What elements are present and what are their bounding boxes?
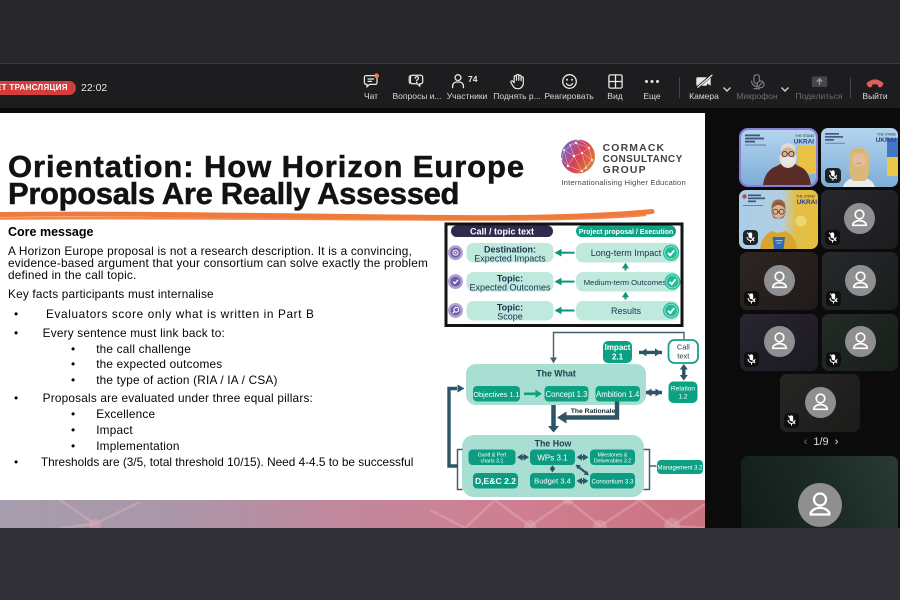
svg-text:GROUP: GROUP <box>603 165 647 176</box>
svg-text:CORMACK: CORMACK <box>603 143 666 154</box>
svg-text:Consortium 3.3: Consortium 3.3 <box>592 478 635 485</box>
svg-text:Budget 3.4: Budget 3.4 <box>534 477 571 486</box>
svg-text:Milestones &: Milestones & <box>598 452 628 458</box>
svg-text:Call: Call <box>677 343 690 352</box>
svg-text:Expected Impacts: Expected Impacts <box>474 253 546 263</box>
svg-text:The How: The How <box>535 439 572 449</box>
svg-text:WPs 3.1: WPs 3.1 <box>537 453 568 462</box>
svg-text:The Rationale: The Rationale <box>571 408 616 415</box>
svg-text:Concept 1.3: Concept 1.3 <box>545 390 587 399</box>
svg-text:1.2: 1.2 <box>678 394 687 401</box>
svg-text:2.1: 2.1 <box>612 353 624 362</box>
svg-text:Objectives 1.1: Objectives 1.1 <box>473 390 519 399</box>
svg-text:Results: Results <box>611 306 642 316</box>
svg-text:CONSULTANCY: CONSULTANCY <box>603 154 683 165</box>
svg-text:UKRAI: UKRAI <box>876 137 896 144</box>
svg-text:Management 3.2: Management 3.2 <box>657 465 703 471</box>
svg-text:Relation: Relation <box>671 386 696 393</box>
svg-text:Scope: Scope <box>497 311 523 321</box>
svg-text:Gantt & Pert: Gantt & Pert <box>478 452 507 458</box>
svg-text:Internationalising Higher Educ: Internationalising Higher Education <box>561 178 685 187</box>
svg-text:D,E&C 2.2: D,E&C 2.2 <box>475 476 516 486</box>
svg-text:THE STAND: THE STAND <box>796 195 816 199</box>
svg-text:text: text <box>677 352 690 361</box>
svg-text:Deliverables 3.2: Deliverables 3.2 <box>594 459 631 465</box>
svg-text:Ambition 1.4: Ambition 1.4 <box>596 390 640 399</box>
svg-text:Long-term Impact: Long-term Impact <box>591 248 662 258</box>
svg-text:Medium-term Outcomes: Medium-term Outcomes <box>584 278 667 287</box>
svg-text:UKRAI: UKRAI <box>797 199 817 206</box>
svg-text:Expected Outcomes: Expected Outcomes <box>469 282 551 292</box>
svg-text:Impact: Impact <box>605 343 631 352</box>
svg-text:The What: The What <box>536 369 576 379</box>
svg-text:UKRAI: UKRAI <box>794 139 814 146</box>
svg-text:Call / topic text: Call / topic text <box>470 226 534 236</box>
svg-text:charts 3.1: charts 3.1 <box>481 459 504 465</box>
svg-text:74: 74 <box>468 74 478 84</box>
svg-text:THE STAND: THE STAND <box>877 133 897 137</box>
svg-text:Project proposal / Execution: Project proposal / Execution <box>579 229 674 236</box>
svg-text:THE STAND: THE STAND <box>795 134 815 138</box>
